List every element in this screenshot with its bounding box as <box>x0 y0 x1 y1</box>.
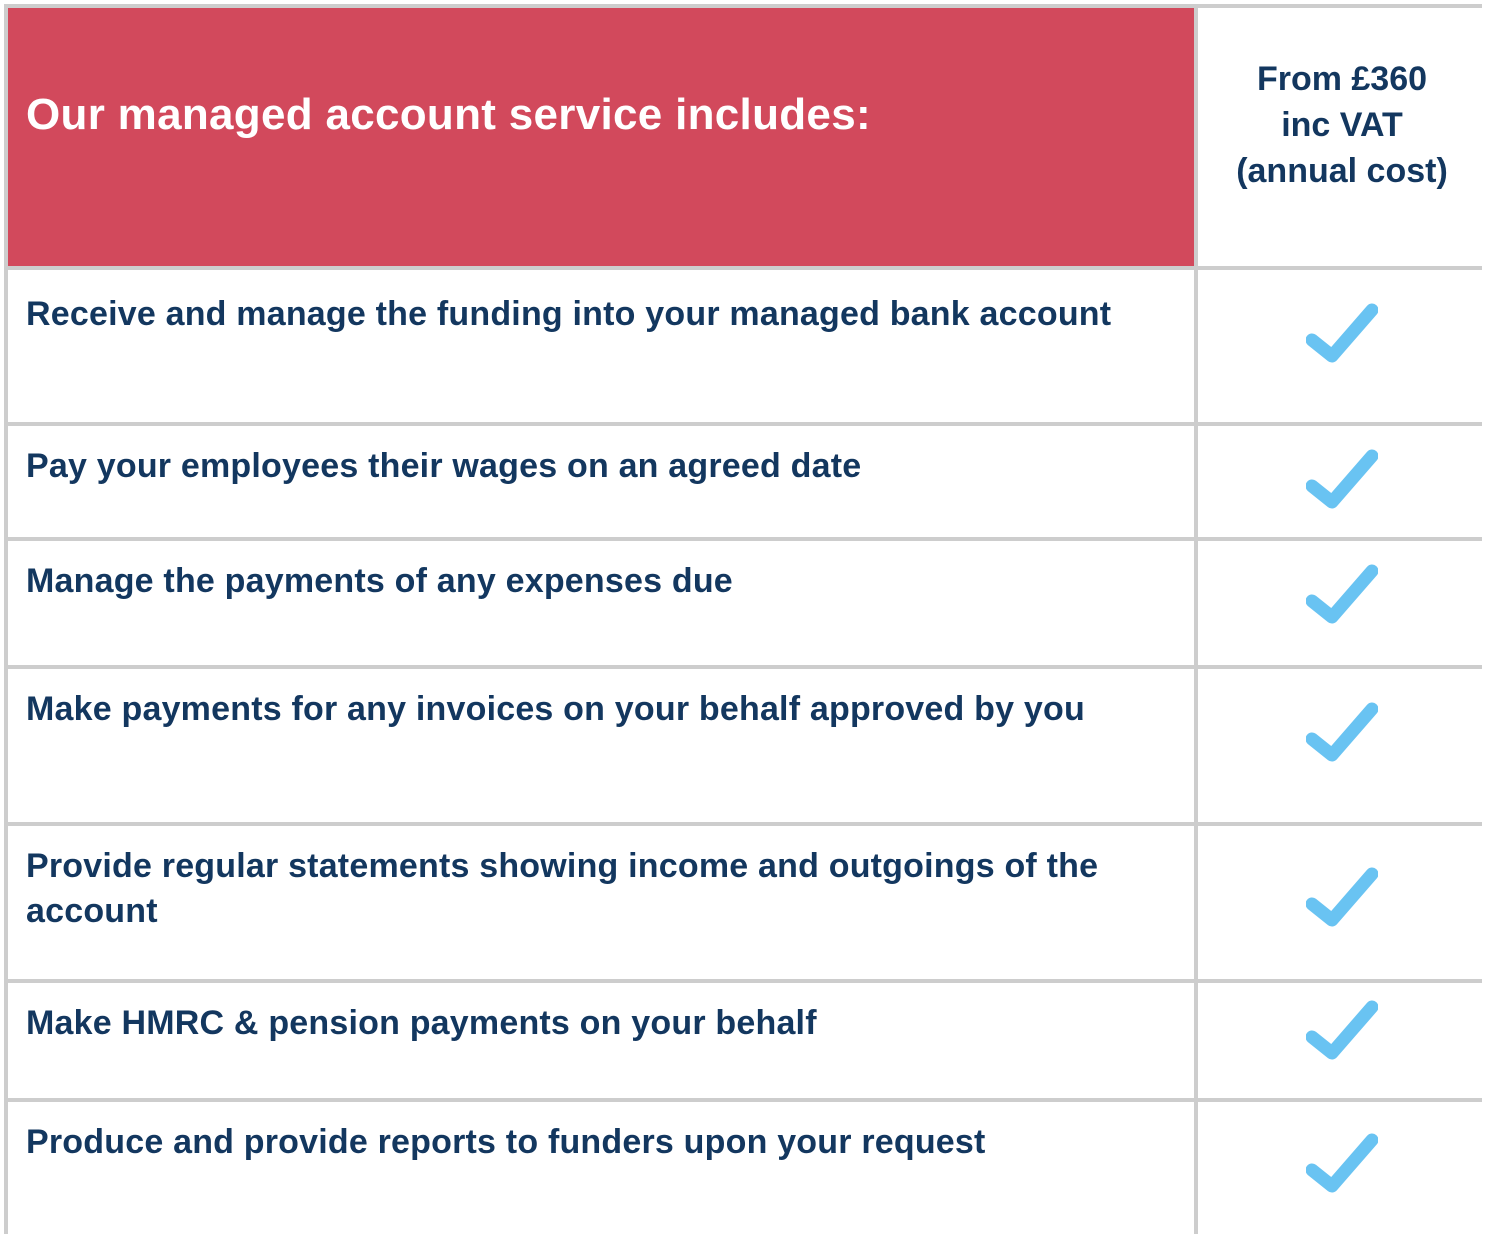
feature-row-2-label: Pay your employees their wages on an agr… <box>8 426 1194 537</box>
check-icon <box>1306 702 1378 762</box>
price-line: inc VAT <box>1281 106 1403 144</box>
feature-row-5-label: Provide regular statements showing incom… <box>8 826 1194 979</box>
feature-row-4-label: Make payments for any invoices on your b… <box>8 669 1194 822</box>
table-header-title-cell: Our managed account service includes: <box>8 8 1194 266</box>
feature-row-6-tick-cell <box>1198 983 1486 1098</box>
check-icon <box>1306 303 1378 363</box>
check-icon <box>1306 1133 1378 1193</box>
feature-row-2-tick-cell <box>1198 426 1486 537</box>
check-icon <box>1306 1000 1378 1060</box>
check-icon <box>1306 564 1378 624</box>
feature-row-4-tick-cell <box>1198 669 1486 822</box>
price-header-cell: From £360 inc VAT (annual cost) <box>1198 8 1486 266</box>
table-title: Our managed account service includes: <box>26 90 871 139</box>
feature-row-1-tick-cell <box>1198 270 1486 422</box>
check-icon <box>1306 867 1378 927</box>
feature-row-6-label: Make HMRC & pension payments on your beh… <box>8 983 1194 1098</box>
check-icon <box>1306 449 1378 509</box>
feature-row-7-label: Produce and provide reports to funders u… <box>8 1102 1194 1252</box>
price-line: (annual cost) <box>1236 152 1448 190</box>
feature-row-5-tick-cell <box>1198 826 1486 979</box>
feature-row-7-tick-cell <box>1198 1102 1486 1252</box>
service-table: Our managed account service includes: Fr… <box>4 4 1486 1252</box>
price-label: From £360 inc VAT (annual cost) <box>1236 56 1448 194</box>
feature-row-1-label: Receive and manage the funding into your… <box>8 270 1194 422</box>
feature-row-3-tick-cell <box>1198 541 1486 665</box>
price-line: From £360 <box>1256 60 1428 98</box>
feature-row-3-label: Manage the payments of any expenses due <box>8 541 1194 665</box>
